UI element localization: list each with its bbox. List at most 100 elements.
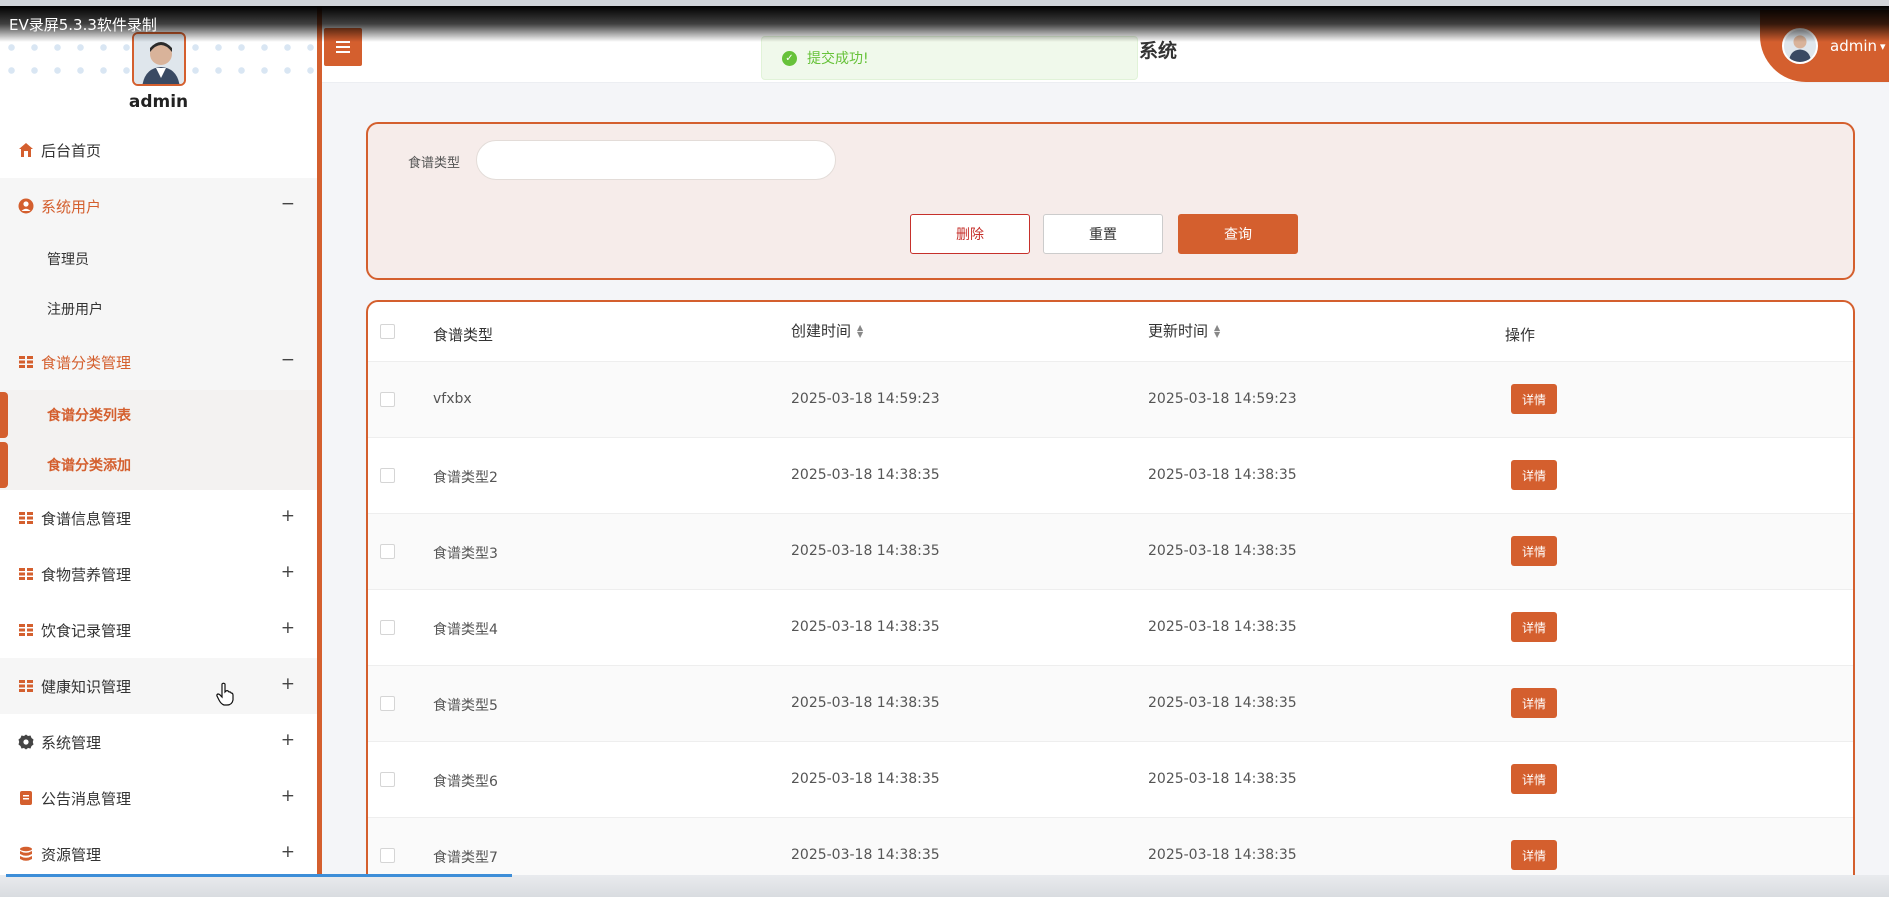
sidebar-item-label: 食谱分类管理 [41,353,132,372]
expand-icon[interactable]: + [281,674,295,694]
sidebar-item-system-management[interactable]: 系统管理 + [0,714,317,770]
table-row: 食谱类型3 2025-03-18 14:38:35 2025-03-18 14:… [368,514,1853,590]
database-icon [20,846,32,861]
cell-updated: 2025-03-18 14:38:35 [1148,543,1297,559]
column-header-type: 食谱类型 [433,324,493,345]
detail-button[interactable]: 详情 [1511,384,1557,414]
cell-updated: 2025-03-18 14:38:35 [1148,847,1297,863]
sidebar-item-recipe-category[interactable]: 食谱分类管理 − [0,334,317,390]
column-header-label: 操作 [1505,326,1536,344]
detail-button[interactable]: 详情 [1511,840,1557,870]
sidebar-item-label: 系统用户 [41,197,102,216]
sidebar-subitem-registered-users[interactable]: 注册用户 [0,284,317,334]
cell-created: 2025-03-18 14:38:35 [791,847,940,863]
expand-icon[interactable]: + [281,506,295,526]
sidebar-item-label: 后台首页 [41,141,102,160]
reset-button[interactable]: 重置 [1043,214,1163,254]
sidebar-item-system-users[interactable]: 系统用户 − [0,178,317,234]
chevron-down-icon: ▾ [1880,39,1886,53]
row-checkbox[interactable] [380,620,395,635]
column-header-created[interactable]: 创建时间 ▲ ▼ [791,320,863,341]
cell-created: 2025-03-18 14:59:23 [791,391,940,407]
sidebar-subitem-admin[interactable]: 管理员 [0,234,317,284]
sidebar-item-label: 饮食记录管理 [41,621,132,640]
user-circle-icon [18,198,34,214]
avatar [1782,28,1818,64]
detail-button[interactable]: 详情 [1511,764,1557,794]
sort-icon[interactable]: ▲ ▼ [857,323,863,338]
page-title: 系统 [1139,40,1178,62]
cell-type: 食谱类型3 [433,546,498,562]
sidebar-item-recipe-info[interactable]: 食谱信息管理 + [0,490,317,546]
detail-button[interactable]: 详情 [1511,460,1557,490]
delete-button[interactable]: 删除 [910,214,1030,254]
sidebar-item-announcements[interactable]: 公告消息管理 + [0,770,317,826]
sidebar-subitem-label: 注册用户 [47,302,103,318]
search-label: 食谱类型 [408,156,461,171]
cell-updated: 2025-03-18 14:38:35 [1148,695,1297,711]
collapse-icon[interactable]: − [281,194,295,214]
check-circle-icon: ✓ [782,50,797,66]
menu-icon [336,41,350,53]
detail-button[interactable]: 详情 [1511,536,1557,566]
success-toast: ✓ 提交成功! [761,36,1138,80]
sort-icon[interactable]: ▲ ▼ [1214,323,1220,338]
detail-button[interactable]: 详情 [1511,612,1557,642]
select-all-checkbox[interactable] [380,324,395,339]
expand-icon[interactable]: + [281,562,295,582]
column-header-label: 更新时间 [1148,322,1209,340]
row-checkbox[interactable] [380,468,395,483]
sidebar-item-diet-records[interactable]: 饮食记录管理 + [0,602,317,658]
sidebar-subitem-recipe-category-add[interactable]: 食谱分类添加 [0,440,317,490]
column-header-label: 创建时间 [791,322,852,340]
sidebar-menu: 后台首页 系统用户 − 管理员 注册用户 食谱分类管理 − 食谱分类列表 食谱分… [0,122,317,882]
cell-updated: 2025-03-18 14:38:35 [1148,619,1297,635]
sidebar-item-label: 公告消息管理 [41,789,132,808]
document-icon [20,791,32,805]
sidebar: admin 后台首页 系统用户 − 管理员 注册用户 食谱分类管理 − 食谱分类… [0,0,322,897]
cell-created: 2025-03-18 14:38:35 [791,695,940,711]
sidebar-subitem-label: 食谱分类列表 [47,408,131,424]
menu-toggle-button[interactable] [324,28,362,66]
table-row: vfxbx 2025-03-18 14:59:23 2025-03-18 14:… [368,362,1853,438]
sidebar-item-label: 食谱信息管理 [41,509,132,528]
table-row: 食谱类型4 2025-03-18 14:38:35 2025-03-18 14:… [368,590,1853,666]
user-menu[interactable]: admin ▾ [1760,10,1889,82]
row-checkbox[interactable] [380,544,395,559]
gear-icon [18,734,34,750]
sidebar-item-label: 食物营养管理 [41,565,132,584]
column-header-actions: 操作 [1505,324,1535,345]
expand-icon[interactable]: + [281,842,295,862]
cell-type: 食谱类型4 [433,622,498,638]
row-checkbox[interactable] [380,772,395,787]
expand-icon[interactable]: + [281,786,295,806]
user-menu-label: admin [1830,37,1877,55]
row-checkbox[interactable] [380,392,395,407]
home-icon [19,143,33,157]
grid-icon [19,624,33,636]
cell-type: 食谱类型5 [433,698,498,714]
sidebar-item-health-knowledge[interactable]: 健康知识管理 + [0,658,317,714]
expand-icon[interactable]: + [281,730,295,750]
detail-button[interactable]: 详情 [1511,688,1557,718]
sidebar-subitem-recipe-category-list[interactable]: 食谱分类列表 [0,390,317,440]
sidebar-item-food-nutrition[interactable]: 食物营养管理 + [0,546,317,602]
grid-icon [19,568,33,580]
expand-icon[interactable]: + [281,618,295,638]
cell-updated: 2025-03-18 14:38:35 [1148,771,1297,787]
collapse-icon[interactable]: − [281,350,295,370]
cell-created: 2025-03-18 14:38:35 [791,467,940,483]
row-checkbox[interactable] [380,696,395,711]
avatar[interactable] [132,32,186,86]
recipe-type-search-input[interactable] [476,140,836,180]
query-button[interactable]: 查询 [1178,214,1298,254]
sidebar-item-home[interactable]: 后台首页 [0,122,317,178]
sidebar-username: admin [128,92,189,112]
cell-type: vfxbx [433,391,472,407]
row-checkbox[interactable] [380,848,395,863]
cell-updated: 2025-03-18 14:59:23 [1148,391,1297,407]
top-header: 系统 ✓ 提交成功! admin ▾ [322,0,1889,83]
data-table: 食谱类型 创建时间 ▲ ▼ 更新时间 ▲ ▼ 操作 vfxbx 2025-03-18… [366,300,1855,892]
column-header-updated[interactable]: 更新时间 ▲ ▼ [1148,320,1220,341]
grid-icon [19,680,33,692]
